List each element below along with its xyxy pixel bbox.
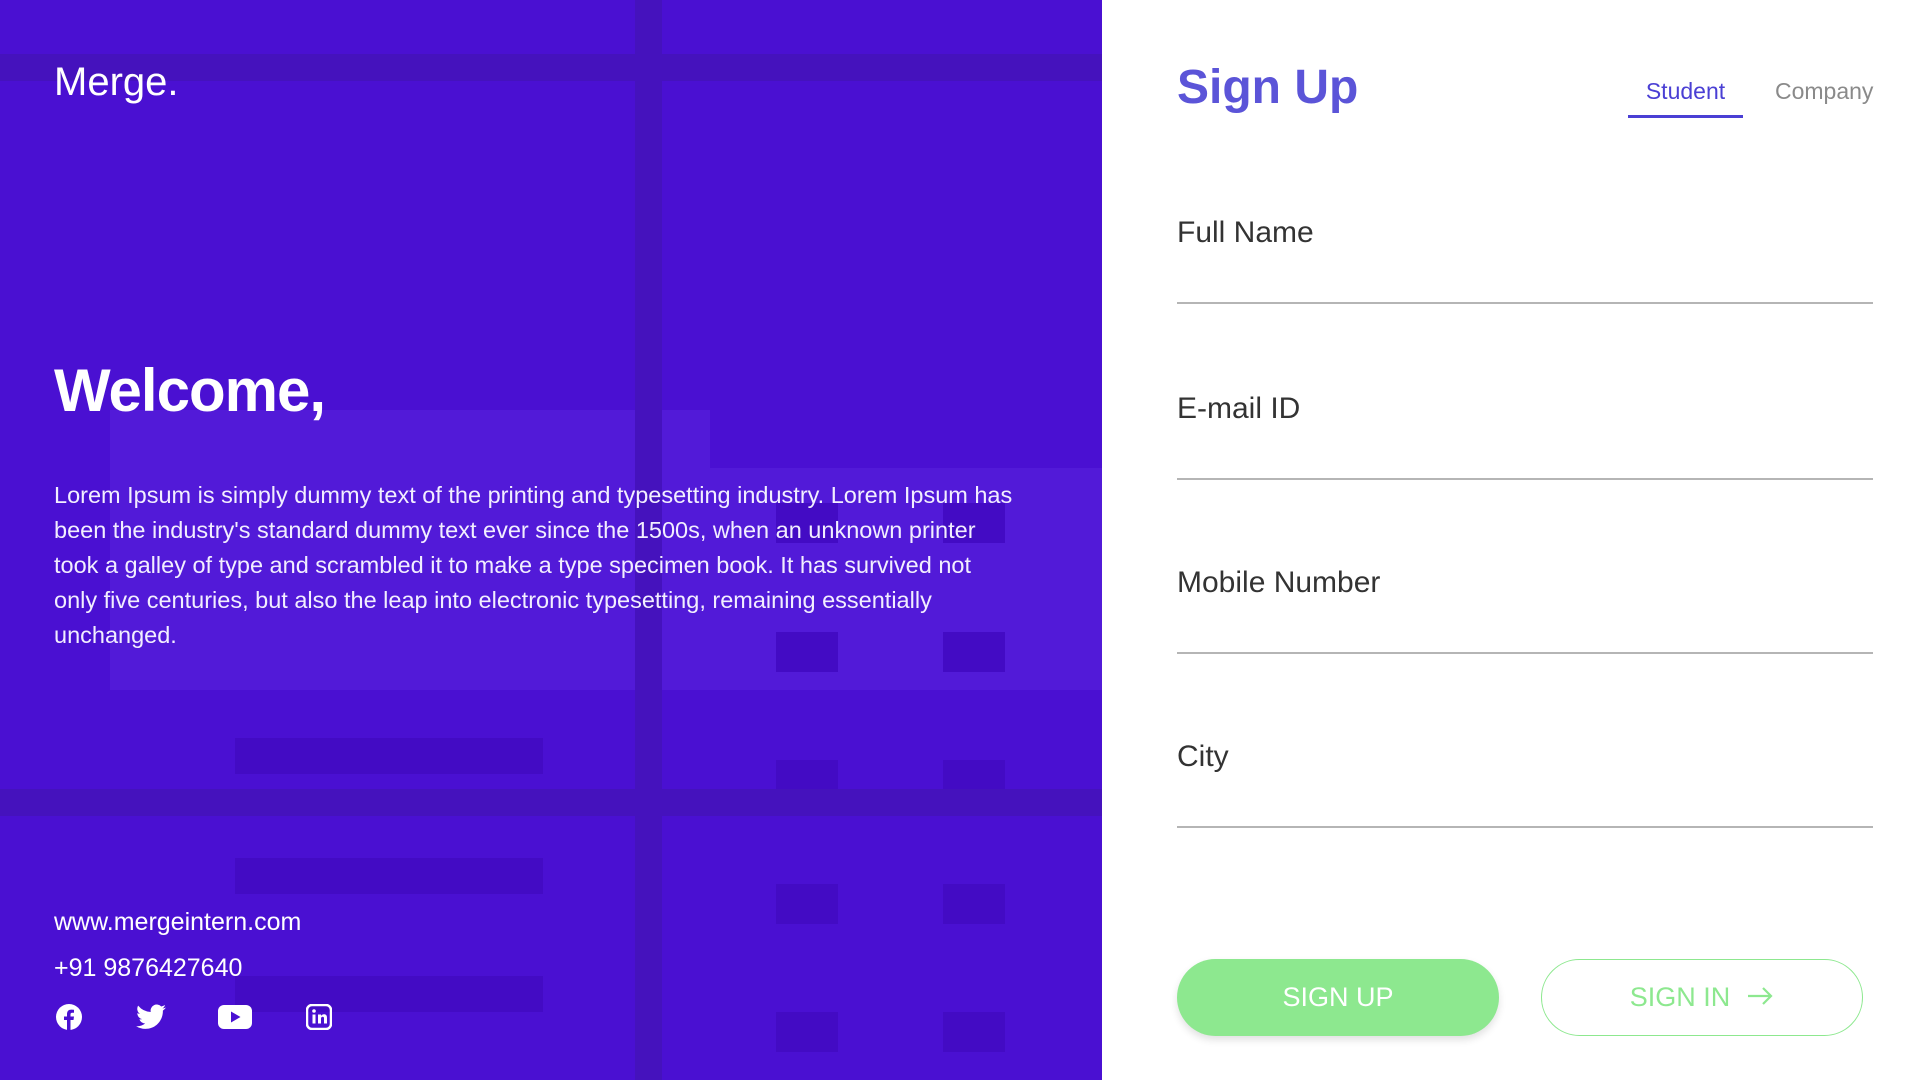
bg-shape bbox=[235, 738, 543, 774]
youtube-icon[interactable] bbox=[218, 1002, 252, 1032]
twitter-icon[interactable] bbox=[136, 1002, 166, 1032]
email-label: E-mail ID bbox=[1177, 392, 1301, 425]
logo: Merge. bbox=[54, 60, 179, 104]
facebook-icon[interactable] bbox=[54, 1002, 84, 1032]
bg-shape bbox=[776, 760, 838, 789]
city-field[interactable]: City bbox=[1177, 740, 1873, 828]
social-links bbox=[54, 1002, 386, 1032]
sign-up-label: SIGN UP bbox=[1282, 982, 1394, 1012]
sign-in-button[interactable]: SIGN IN bbox=[1541, 959, 1863, 1036]
full-name-field[interactable]: Full Name bbox=[1177, 216, 1873, 304]
welcome-panel: Merge. Welcome, Lorem Ipsum is simply du… bbox=[0, 0, 1102, 1080]
bg-shape bbox=[943, 760, 1005, 789]
website-link[interactable]: www.mergeintern.com bbox=[54, 908, 301, 937]
bg-shape bbox=[776, 1012, 838, 1052]
welcome-text: Lorem Ipsum is simply dummy text of the … bbox=[54, 482, 1013, 648]
bg-shape bbox=[776, 884, 838, 924]
tab-company[interactable]: Company bbox=[1775, 78, 1873, 115]
city-label: City bbox=[1177, 740, 1229, 773]
bg-shape bbox=[943, 1012, 1005, 1052]
sign-in-label: SIGN IN bbox=[1629, 982, 1731, 1012]
sign-up-button[interactable]: SIGN UP bbox=[1177, 959, 1499, 1036]
bg-shape bbox=[235, 858, 543, 894]
mobile-number-field[interactable]: Mobile Number bbox=[1177, 566, 1873, 654]
bg-shape bbox=[943, 884, 1005, 924]
bg-band bbox=[0, 789, 1102, 816]
tab-student[interactable]: Student bbox=[1628, 78, 1743, 118]
arrow-right-icon bbox=[1746, 982, 1774, 1013]
linkedin-icon[interactable] bbox=[304, 1002, 334, 1032]
mobile-number-label: Mobile Number bbox=[1177, 566, 1381, 599]
full-name-label: Full Name bbox=[1177, 216, 1314, 249]
welcome-heading: Welcome, bbox=[54, 357, 326, 424]
email-field[interactable]: E-mail ID bbox=[1177, 392, 1873, 480]
phone-number: +91 9876427640 bbox=[54, 954, 243, 982]
page-title: Sign Up bbox=[1177, 61, 1359, 114]
